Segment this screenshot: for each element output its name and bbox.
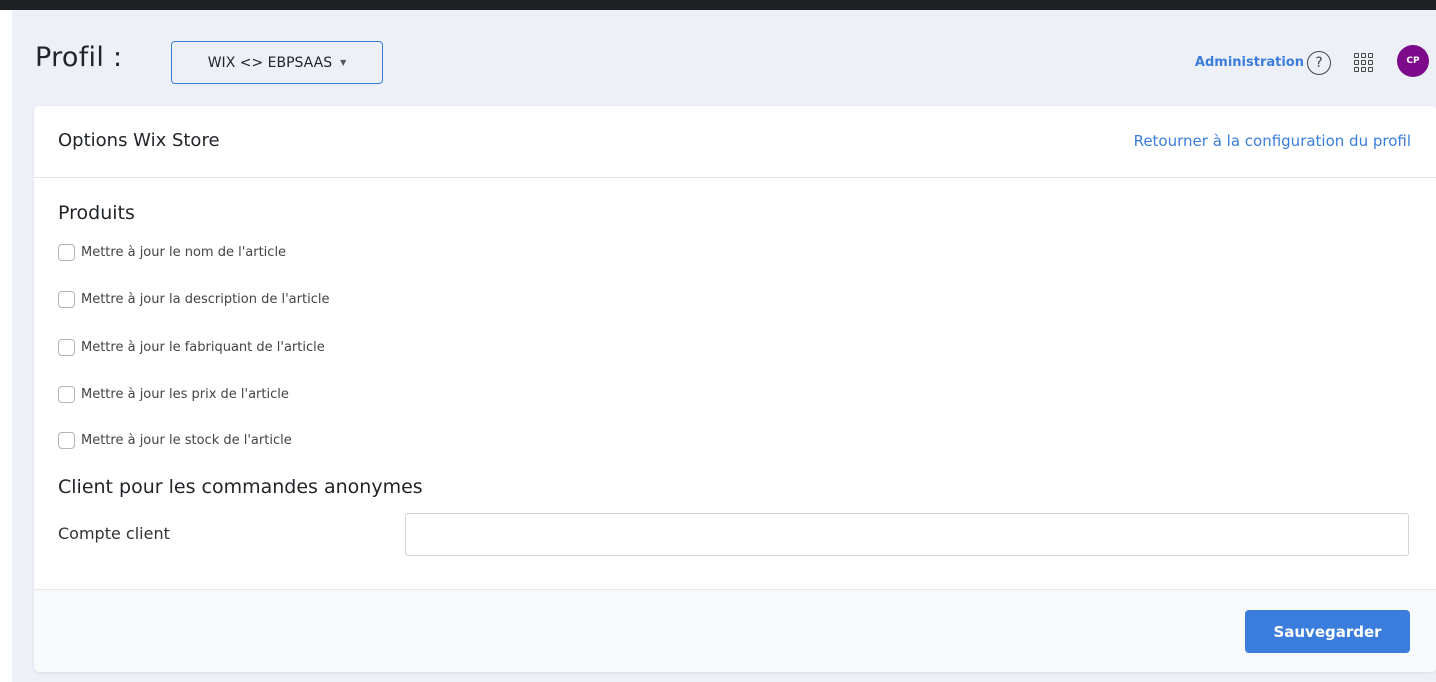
option-label: Mettre à jour le fabriquant de l'article [81, 340, 325, 355]
back-to-profile-link[interactable]: Retourner à la configuration du profil [1134, 132, 1411, 150]
client-section-title: Client pour les commandes anonymes [58, 476, 423, 498]
checkbox[interactable] [58, 432, 75, 449]
option-label: Mettre à jour le stock de l'article [81, 433, 292, 448]
option-update-manufacturer[interactable]: Mettre à jour le fabriquant de l'article [58, 339, 325, 356]
option-update-prices[interactable]: Mettre à jour les prix de l'article [58, 386, 289, 403]
card-body: Produits Mettre à jour le nom de l'artic… [34, 178, 1436, 590]
caret-down-icon: ▼ [340, 58, 347, 67]
checkbox[interactable] [58, 291, 75, 308]
option-update-description[interactable]: Mettre à jour la description de l'articl… [58, 291, 329, 308]
card-title: Options Wix Store [58, 130, 220, 151]
option-label: Mettre à jour le nom de l'article [81, 245, 287, 260]
products-section-title: Produits [58, 202, 135, 224]
option-label: Mettre à jour les prix de l'article [81, 387, 289, 402]
profile-dropdown[interactable]: WIX <> EBPSAAS ▼ [171, 41, 383, 84]
option-update-name[interactable]: Mettre à jour le nom de l'article [58, 244, 286, 261]
client-account-label: Compte client [58, 524, 170, 543]
apps-grid-icon[interactable] [1354, 53, 1374, 73]
header: Profil : WIX <> EBPSAAS ▼ Administration… [12, 10, 1436, 106]
save-button[interactable]: Sauvegarder [1245, 610, 1410, 653]
checkbox[interactable] [58, 339, 75, 356]
card-header: Options Wix Store Retourner à la configu… [34, 106, 1436, 178]
page: Profil : WIX <> EBPSAAS ▼ Administration… [0, 0, 1436, 682]
card-footer: Sauvegarder [34, 589, 1436, 672]
options-card: Options Wix Store Retourner à la configu… [34, 106, 1436, 672]
top-bar [0, 0, 1436, 10]
help-icon[interactable]: ? [1307, 51, 1331, 75]
avatar[interactable]: CP [1397, 45, 1429, 77]
checkbox[interactable] [58, 386, 75, 403]
option-label: Mettre à jour la description de l'articl… [81, 292, 330, 307]
page-title: Profil : [35, 42, 123, 73]
client-account-input[interactable] [405, 513, 1409, 556]
left-edge [0, 0, 12, 682]
administration-link[interactable]: Administration [1195, 55, 1304, 70]
option-update-stock[interactable]: Mettre à jour le stock de l'article [58, 432, 292, 449]
profile-dropdown-value: WIX <> EBPSAAS [207, 54, 333, 71]
checkbox[interactable] [58, 244, 75, 261]
